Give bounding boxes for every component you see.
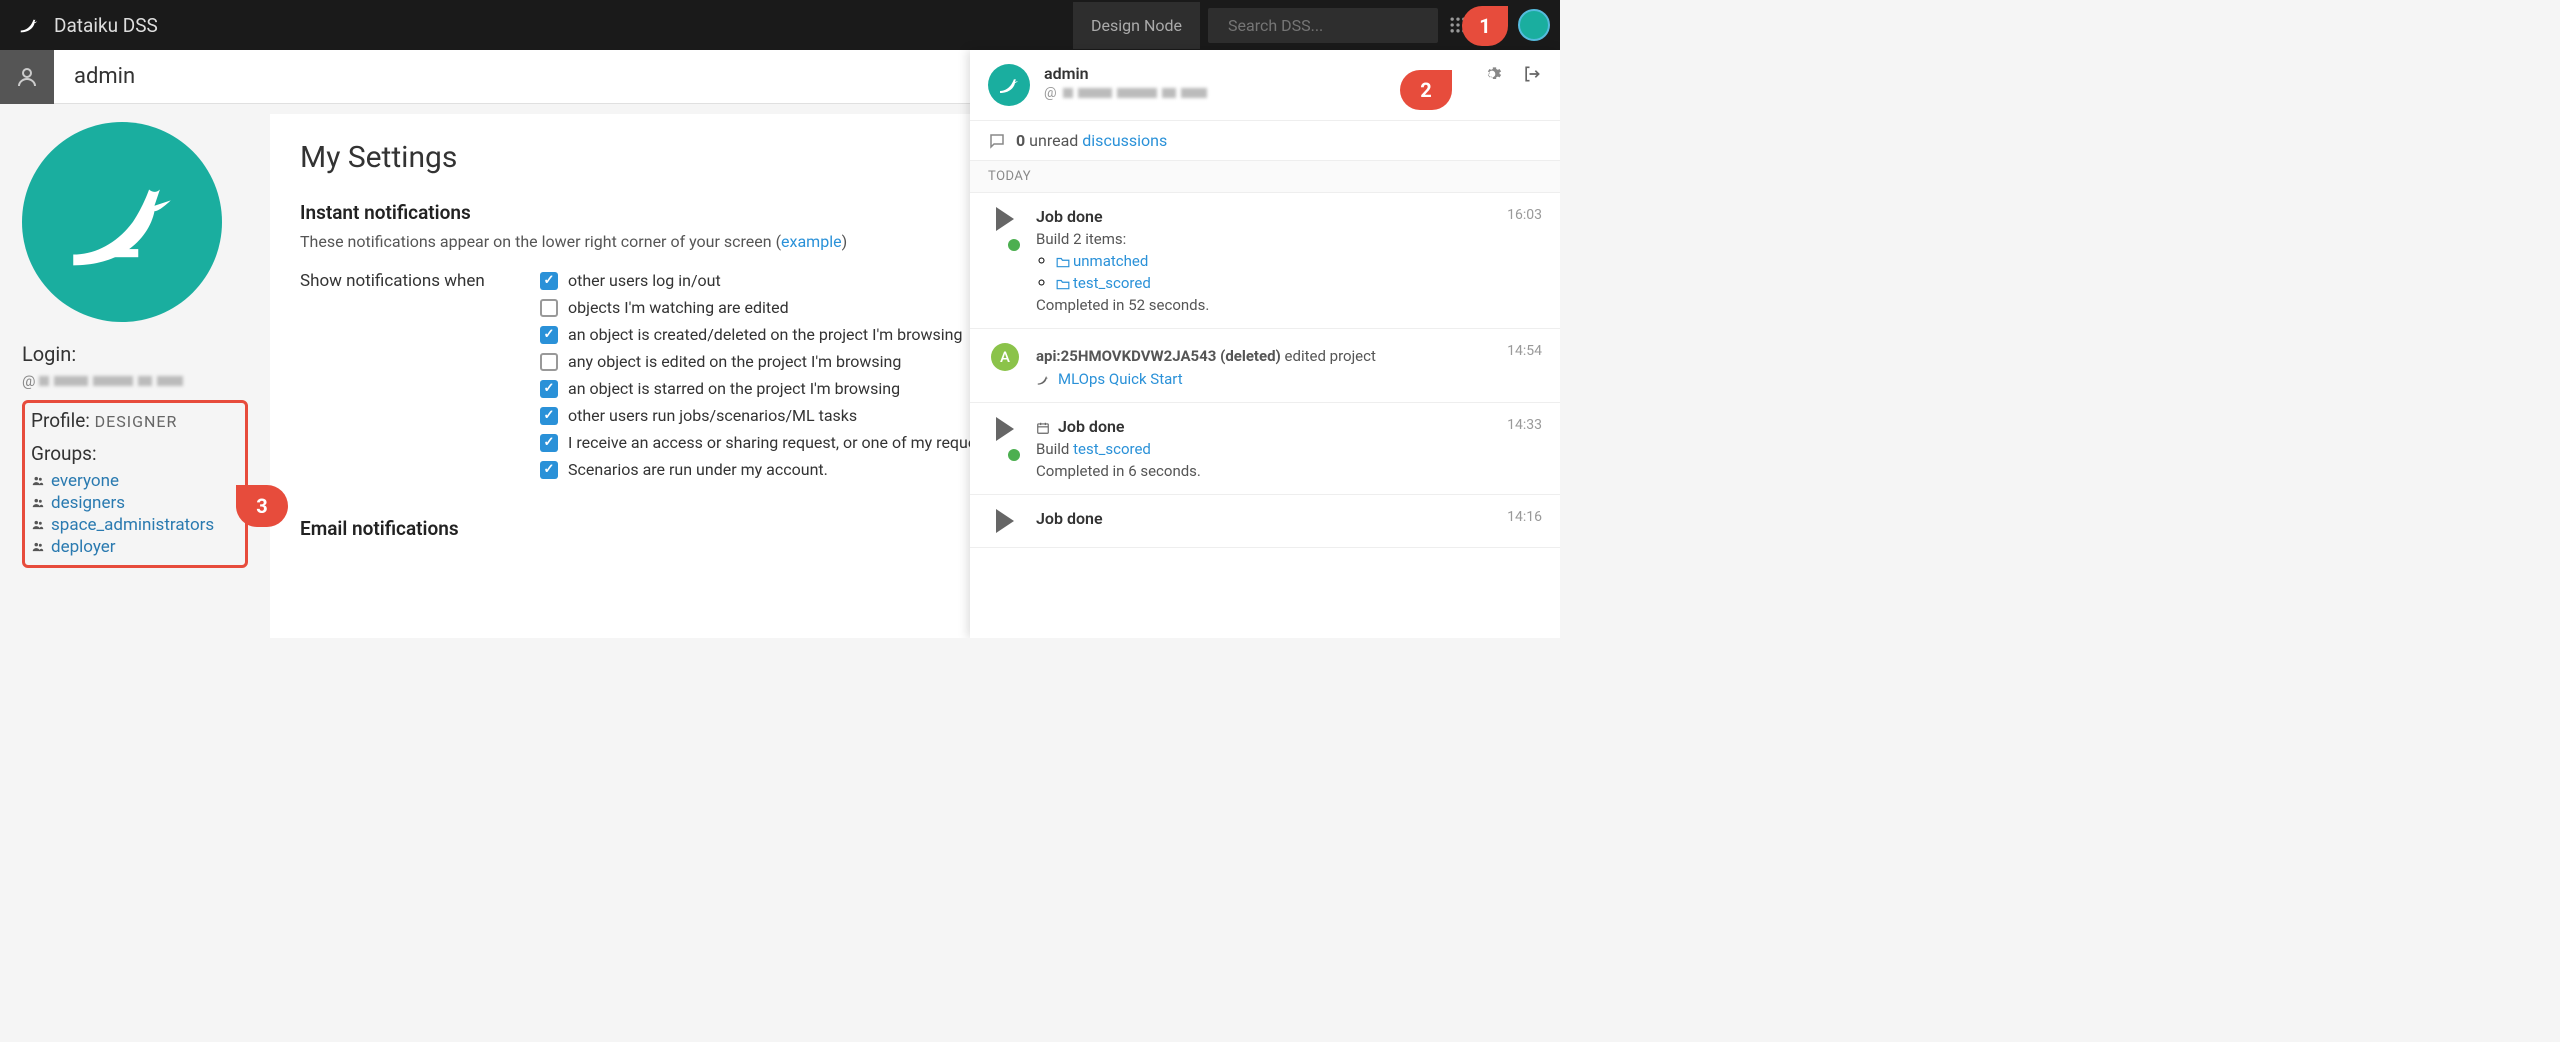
groups-label: Groups: (31, 442, 239, 465)
item-title: Job done (1036, 509, 1493, 528)
users-icon (31, 540, 45, 554)
play-icon (996, 417, 1014, 441)
calendar-icon (1036, 421, 1050, 435)
item-time: 16:03 (1507, 207, 1542, 314)
subheader-username: admin (54, 64, 1024, 89)
play-icon (996, 509, 1014, 533)
group-item[interactable]: space_administrators (31, 515, 239, 535)
logo-area: Dataiku DSS (0, 14, 176, 37)
notification-panel: admin @ 2 0 un (970, 50, 1560, 638)
project-link[interactable]: MLOps Quick Start (1058, 370, 1183, 388)
item-time: 14:33 (1507, 417, 1542, 480)
checkbox[interactable] (540, 434, 558, 452)
checkbox[interactable] (540, 380, 558, 398)
bird-icon (1036, 373, 1050, 387)
discussions-link[interactable]: discussions (1082, 131, 1167, 150)
notification-item[interactable]: A api:25HMOVKDVW2JA543 (deleted) edited … (970, 329, 1560, 403)
profile-row: Profile: DESIGNER (31, 409, 239, 432)
login-label: Login: (22, 342, 248, 366)
item-time: 14:54 (1507, 343, 1542, 388)
folder-icon (1056, 278, 1070, 290)
callout-3: 3 (236, 485, 288, 527)
profile-avatar (22, 122, 222, 322)
api-avatar-icon: A (991, 343, 1019, 371)
notification-item[interactable]: Job done 14:16 (970, 495, 1560, 548)
profile-groups-highlight-box: Profile: DESIGNER Groups: everyone desig… (22, 400, 248, 568)
play-icon (996, 207, 1014, 231)
user-section-icon (0, 50, 54, 104)
notification-item[interactable]: Job done Build 2 items: unmatched test_s… (970, 193, 1560, 329)
logout-icon[interactable] (1522, 64, 1542, 88)
bird-logo-icon (18, 14, 40, 36)
status-success-dot (1008, 239, 1020, 251)
example-link[interactable]: example (781, 232, 842, 251)
sidebar: Login: @ Profile: DESIGNER Groups: every… (0, 104, 270, 638)
panel-discussions: 0 unread discussions (970, 121, 1560, 161)
search-box[interactable] (1208, 8, 1438, 43)
checkbox[interactable] (540, 299, 558, 317)
panel-header: admin @ (970, 50, 1560, 121)
topbar: Dataiku DSS Design Node ? (0, 0, 1560, 50)
settings-gear-icon[interactable] (1482, 64, 1502, 88)
app-title: Dataiku DSS (54, 14, 158, 37)
group-item[interactable]: everyone (31, 471, 239, 491)
folder-icon (1056, 256, 1070, 268)
search-input[interactable] (1228, 16, 1431, 35)
profile-value: DESIGNER (95, 412, 178, 431)
checkbox[interactable] (540, 461, 558, 479)
checkbox[interactable] (540, 407, 558, 425)
chat-icon (988, 132, 1006, 150)
users-icon (31, 496, 45, 510)
checkbox[interactable] (540, 353, 558, 371)
users-icon (31, 474, 45, 488)
group-item[interactable]: designers (31, 493, 239, 513)
checkbox[interactable] (540, 272, 558, 290)
status-success-dot (1008, 449, 1020, 461)
item-link[interactable]: unmatched (1073, 252, 1148, 270)
panel-today-label: TODAY (970, 161, 1560, 193)
group-item[interactable]: deployer (31, 537, 239, 557)
users-icon (31, 518, 45, 532)
user-avatar-button[interactable] (1518, 9, 1550, 41)
callout-1: 1 (1462, 6, 1508, 46)
item-link[interactable]: test_scored (1073, 274, 1151, 292)
design-node-label[interactable]: Design Node (1073, 2, 1200, 49)
item-time: 14:16 (1507, 509, 1542, 533)
callout-2: 2 (1400, 70, 1452, 110)
item-title: Job done (1036, 207, 1493, 226)
checkbox[interactable] (540, 326, 558, 344)
show-when-label: Show notifications when (300, 271, 540, 291)
notification-item[interactable]: Job done Build test_scored Completed in … (970, 403, 1560, 495)
panel-avatar (988, 64, 1030, 106)
item-link[interactable]: test_scored (1073, 440, 1151, 458)
login-value: @ (22, 372, 248, 390)
item-title: Job done (1036, 417, 1493, 436)
